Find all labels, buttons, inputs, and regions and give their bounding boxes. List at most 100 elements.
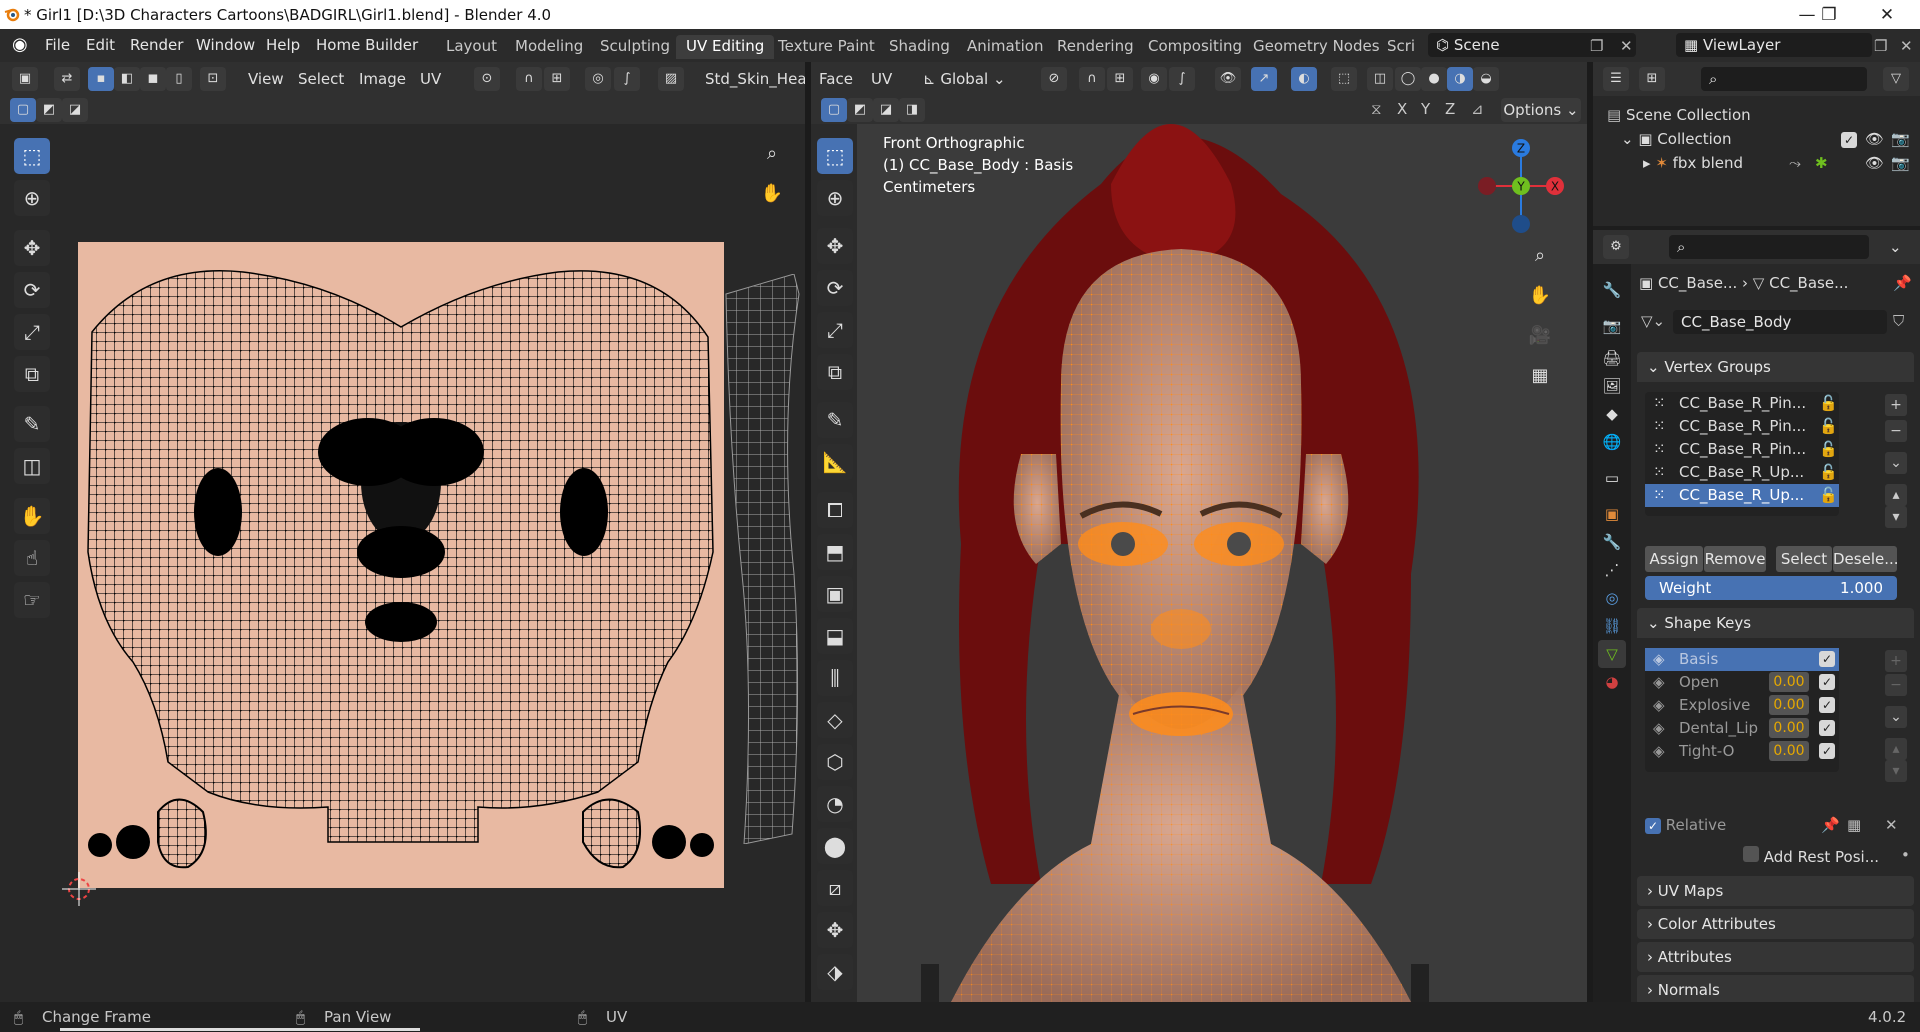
list-item[interactable]: ⁙ CC_Base_R_Pin... 🔓: [1645, 415, 1839, 438]
move-up-button[interactable]: ▴: [1885, 484, 1907, 506]
list-item[interactable]: ◈ Explosive 0.00 ✓: [1645, 694, 1839, 717]
chevron-down-icon[interactable]: ⌄: [1889, 238, 1902, 256]
overlay-toggle-icon[interactable]: ◐: [1291, 67, 1317, 91]
bevel-tool-icon[interactable]: ⬓: [817, 618, 853, 654]
tab-geometry-nodes[interactable]: Geometry Nodes: [1243, 35, 1390, 59]
vertex-select-icon[interactable]: ▪: [88, 67, 114, 91]
constraints-tab-icon[interactable]: ⛓: [1598, 612, 1626, 640]
render-camera-icon[interactable]: 📷: [1891, 154, 1910, 172]
wireframe-shading-icon[interactable]: ◯: [1395, 67, 1421, 91]
shape-key-value[interactable]: 0.00: [1769, 718, 1809, 738]
vp-annotate-tool-icon[interactable]: ✎: [817, 402, 853, 438]
vertex-group-list[interactable]: ⁙ CC_Base_R_Pin... 🔓 ⁙ CC_Base_R_Pin... 🔓 ⁙ C…: [1645, 392, 1839, 516]
properties-search-input[interactable]: ⌕: [1669, 235, 1869, 259]
xray-icon[interactable]: ◫: [1367, 67, 1393, 91]
visibility-icon[interactable]: 👁: [1215, 67, 1241, 91]
material-shading-icon[interactable]: ◑: [1447, 67, 1473, 91]
cursor-tool-icon[interactable]: ⊕: [14, 180, 50, 216]
physics-tab-icon[interactable]: ◎: [1598, 584, 1626, 612]
shape-key-pin-icon[interactable]: 📌: [1821, 816, 1840, 834]
vp-select-tool-icon[interactable]: ⬚: [817, 138, 853, 174]
list-item[interactable]: ⁙ CC_Base_R_Up... 🔓: [1645, 461, 1839, 484]
pivot-icon[interactable]: ⊙: [474, 67, 500, 91]
vp-rotate-tool-icon[interactable]: ⟳: [817, 270, 853, 306]
delete-scene-icon[interactable]: ✕: [1620, 37, 1633, 55]
select-box-mode-icon[interactable]: ▢: [10, 98, 36, 122]
shape-key-list[interactable]: ◈ Basis ✓ ◈ Open 0.00 ✓ ◈ Explosive 0.00 ✓ ◈ Dent…: [1645, 648, 1839, 772]
add-rest-position-toggle[interactable]: Add Rest Posi...: [1743, 846, 1879, 866]
select-button[interactable]: Select: [1776, 546, 1832, 572]
uv-maps-panel-header[interactable]: › UV Maps: [1637, 876, 1914, 906]
rotate-tool-icon[interactable]: ⟳: [14, 272, 50, 308]
select-extend-icon[interactable]: ◩: [36, 98, 62, 122]
vp-pivot-icon[interactable]: ⊘: [1041, 67, 1067, 91]
normals-panel-header[interactable]: › Normals: [1637, 975, 1914, 1005]
shape-key-mute-checkbox[interactable]: ✓: [1819, 720, 1835, 736]
new-viewlayer-icon[interactable]: ❐: [1874, 37, 1887, 55]
tab-layout[interactable]: Layout: [436, 35, 507, 59]
shape-key-specials-button[interactable]: ⌄: [1885, 706, 1907, 728]
smooth-tool-icon[interactable]: ⬤: [817, 828, 853, 864]
spin-tool-icon[interactable]: ◔: [817, 786, 853, 822]
shape-key-value[interactable]: 0.00: [1769, 672, 1809, 692]
list-item[interactable]: ⁙ CC_Base_R_Up... 🔓: [1645, 484, 1839, 507]
vp-zoom-icon[interactable]: ⌕: [1524, 240, 1556, 272]
visibility-eye-icon[interactable]: 👁: [1865, 130, 1884, 148]
relative-toggle[interactable]: ✓ Relative: [1645, 816, 1726, 834]
outliner-search-input[interactable]: ⌕: [1701, 67, 1867, 91]
tab-sculpting[interactable]: Sculpting: [590, 35, 680, 59]
loop-cut-tool-icon[interactable]: ⫼: [817, 660, 853, 696]
image-name-field[interactable]: Std_Skin_Head: [705, 67, 816, 91]
remove-shape-key-button[interactable]: −: [1885, 674, 1907, 696]
topology-mirror-icon[interactable]: ⊿: [1471, 100, 1484, 118]
vertex-group-specials-button[interactable]: ⌄: [1885, 452, 1907, 474]
ortho-toggle-icon[interactable]: ▦: [1524, 360, 1556, 392]
material-tab-icon[interactable]: ◕: [1598, 668, 1626, 696]
vp-proportional-icon[interactable]: ◉: [1141, 67, 1167, 91]
tab-scripting[interactable]: Scri: [1377, 35, 1425, 59]
tab-shading[interactable]: Shading: [879, 35, 960, 59]
vp-select-subtract-icon[interactable]: ◪: [873, 98, 899, 122]
shape-key-mute-checkbox[interactable]: ✓: [1819, 651, 1835, 667]
modifier-tab-icon[interactable]: 🔧: [1598, 528, 1626, 556]
tab-uv-editing[interactable]: UV Editing: [676, 35, 775, 59]
shape-key-mute-checkbox[interactable]: ✓: [1819, 674, 1835, 690]
shrink-fatten-tool-icon[interactable]: ✥: [817, 912, 853, 948]
shape-key-value[interactable]: 0.00: [1769, 741, 1809, 761]
pan-icon[interactable]: ✋: [756, 178, 788, 210]
remove-button[interactable]: Remove: [1704, 546, 1766, 572]
lock-icon[interactable]: 🔓: [1819, 461, 1838, 484]
lock-icon[interactable]: 🔓: [1819, 438, 1838, 461]
sync-selection-icon[interactable]: ⇄: [54, 67, 80, 91]
add-vertex-group-button[interactable]: +: [1885, 394, 1907, 416]
lock-icon[interactable]: 🔓: [1819, 392, 1838, 415]
list-item[interactable]: ◈ Tight-O 0.00 ✓: [1645, 740, 1839, 763]
vp-snap-icon[interactable]: ∩: [1079, 67, 1105, 91]
relative-checkbox[interactable]: ✓: [1645, 818, 1661, 834]
inset-tool-icon[interactable]: ▣: [817, 576, 853, 612]
move-tool-icon[interactable]: ✥: [14, 230, 50, 266]
proportional-edit-icon[interactable]: ◎: [585, 67, 611, 91]
menu-file[interactable]: File: [45, 36, 70, 54]
uv-menu-image[interactable]: Image: [359, 67, 406, 91]
assign-button[interactable]: Assign: [1645, 546, 1703, 572]
select-tool-icon[interactable]: ⬚: [14, 138, 50, 174]
output-tab-icon[interactable]: 🖨: [1598, 344, 1626, 372]
3d-viewport[interactable]: ⬚ ⊕ ✥ ⟳ ⤢ ⧉ ✎ 📐 ⧠ ⬒ ▣ ⬓ ⫼ ◇ ⬡ ◔ ⬤ ⧄ ✥ ⬗ …: [811, 124, 1587, 1002]
render-camera-icon[interactable]: 📷: [1891, 130, 1910, 148]
menu-render[interactable]: Render: [130, 36, 183, 54]
solid-shading-icon[interactable]: ●: [1421, 67, 1447, 91]
sticky-select-icon[interactable]: ⊡: [200, 67, 226, 91]
lock-icon[interactable]: 🔓: [1819, 484, 1838, 507]
camera-view-icon[interactable]: 🎥: [1524, 320, 1556, 352]
view-layer-tab-icon[interactable]: 🖼: [1598, 372, 1626, 400]
vp-select-new-icon[interactable]: ▢: [821, 98, 847, 122]
particles-tab-icon[interactable]: ⋰: [1598, 556, 1626, 584]
transform-tool-icon[interactable]: ⧉: [14, 356, 50, 392]
new-scene-icon[interactable]: ❐: [1590, 37, 1603, 55]
menu-window[interactable]: Window: [196, 36, 255, 54]
shape-key-down-button[interactable]: ▾: [1885, 760, 1907, 782]
scene-selector[interactable]: ⌬ Scene: [1428, 33, 1636, 57]
mirror-x-toggle[interactable]: X: [1397, 100, 1407, 118]
tab-texture-paint[interactable]: Texture Paint: [768, 35, 885, 59]
